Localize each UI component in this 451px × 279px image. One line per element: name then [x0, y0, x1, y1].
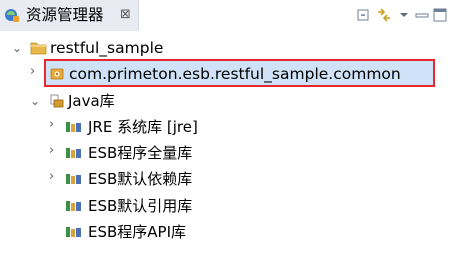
tree-item-library[interactable]: › ESB默认依赖库: [0, 166, 451, 192]
tree-item-java-library[interactable]: ⌄ Java库: [0, 88, 451, 114]
tree-item-project[interactable]: ⌄ restful_sample: [0, 35, 451, 61]
tree-item-library[interactable]: › JRE 系统库 [jre]: [0, 114, 451, 140]
explorer-view-icon: [5, 9, 19, 22]
library-label: ESB程序API库: [88, 223, 187, 241]
package-label: com.primeton.esb.restful_sample.common: [69, 65, 401, 83]
close-icon[interactable]: ⊠: [120, 6, 131, 24]
project-label: restful_sample: [50, 39, 164, 57]
chevron-right-icon[interactable]: ›: [49, 144, 54, 158]
view-menu-icon[interactable]: [396, 7, 412, 23]
library-label: ESB默认依赖库: [88, 170, 193, 188]
library-label: JRE 系统库 [jre]: [88, 118, 198, 136]
tree-item-library[interactable]: › ESB程序全量库: [0, 140, 451, 166]
chevron-down-icon[interactable]: ⌄: [12, 41, 22, 55]
chevron-right-icon[interactable]: ›: [49, 170, 54, 184]
java-library-label: Java库: [68, 92, 115, 110]
chevron-right-icon[interactable]: ›: [49, 118, 54, 132]
library-label: ESB默认引用库: [88, 197, 193, 215]
explorer-tab[interactable]: 资源管理器 ⊠: [0, 0, 139, 31]
view-tab-bar: 资源管理器 ⊠: [0, 0, 451, 31]
jar-library-icon: [66, 174, 81, 184]
tree-item-library[interactable]: ESB默认引用库: [0, 193, 451, 219]
minimize-icon[interactable]: [414, 7, 430, 23]
jar-library-icon: [66, 227, 81, 237]
link-with-editor-icon[interactable]: [376, 7, 392, 23]
jar-library-icon: [66, 201, 81, 211]
maximize-icon[interactable]: [432, 7, 448, 23]
chevron-down-icon[interactable]: ⌄: [30, 94, 40, 108]
library-container-icon: [50, 94, 64, 108]
package-icon: [50, 68, 64, 80]
tree-item-package[interactable]: › com.primeton.esb.restful_sample.common: [0, 61, 451, 87]
view-title: 资源管理器: [26, 6, 104, 24]
collapse-all-icon[interactable]: [355, 7, 371, 23]
library-label: ESB程序全量库: [88, 144, 193, 162]
jar-library-icon: [66, 122, 81, 132]
jar-library-icon: [66, 148, 81, 158]
chevron-right-icon[interactable]: ›: [30, 65, 35, 79]
tree-item-library[interactable]: ESB程序API库: [0, 219, 451, 245]
project-folder-icon: [30, 42, 47, 55]
